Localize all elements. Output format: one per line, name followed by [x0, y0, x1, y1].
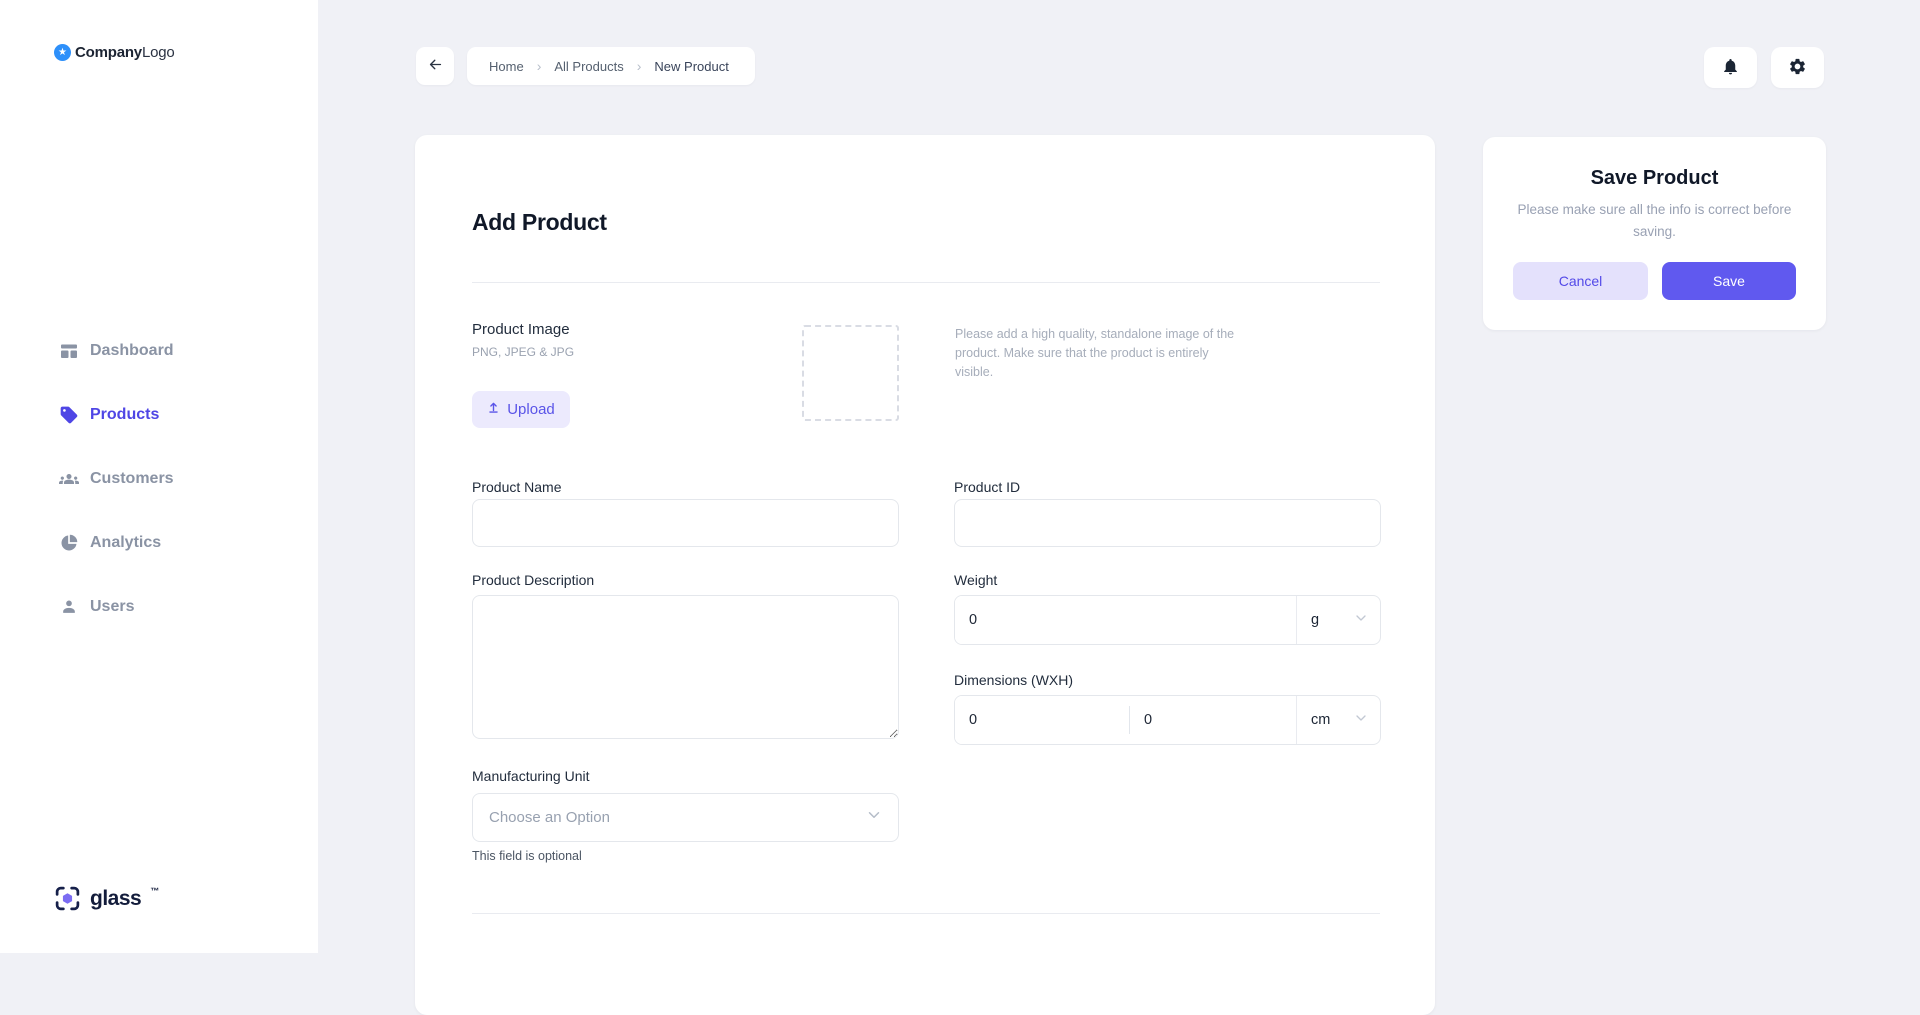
product-description-textarea[interactable]: [472, 595, 899, 739]
product-name-label: Product Name: [472, 479, 561, 495]
dimensions-label: Dimensions (WXH): [954, 672, 1073, 688]
dimension-height-input[interactable]: [1130, 696, 1296, 744]
sidebar-item-label: Analytics: [90, 534, 161, 552]
breadcrumb-new-product: New Product: [654, 59, 728, 74]
manufacturing-unit-label: Manufacturing Unit: [472, 768, 590, 784]
dimension-width-input[interactable]: [955, 696, 1129, 744]
breadcrumb-all-products[interactable]: All Products: [554, 59, 623, 74]
settings-button[interactable]: [1771, 47, 1824, 88]
sidebar: ★ CompanyLogo Dashboard Products Cust: [0, 0, 318, 953]
manufacturing-unit-select[interactable]: Choose an Option: [472, 793, 899, 842]
sidebar-item-dashboard[interactable]: Dashboard: [0, 331, 318, 371]
chevron-right-icon: ›: [537, 58, 542, 74]
divider: [472, 913, 1380, 914]
weight-label: Weight: [954, 572, 997, 588]
tag-icon: [58, 404, 80, 426]
sidebar-item-customers[interactable]: Customers: [0, 459, 318, 499]
dimensions-unit-value: cm: [1311, 712, 1330, 728]
glass-logo-tm: ™: [150, 886, 159, 896]
sidebar-item-label: Customers: [90, 470, 174, 488]
company-logo[interactable]: ★ CompanyLogo: [54, 44, 175, 61]
user-icon: [58, 596, 80, 618]
dimensions-field: cm: [954, 695, 1381, 745]
upload-icon: [487, 401, 500, 418]
sidebar-item-products[interactable]: Products: [0, 395, 318, 435]
page-title: Add Product: [472, 209, 607, 236]
chevron-right-icon: ›: [637, 58, 642, 74]
sidebar-nav: Dashboard Products Customers Analytics: [0, 331, 318, 651]
analytics-pie-icon: [58, 532, 80, 554]
product-image-label: Product Image: [472, 321, 570, 338]
upload-button[interactable]: Upload: [472, 391, 570, 428]
save-product-panel: Save Product Please make sure all the in…: [1483, 137, 1826, 330]
sidebar-item-analytics[interactable]: Analytics: [0, 523, 318, 563]
manufacturing-unit-helper: This field is optional: [472, 849, 582, 863]
weight-input[interactable]: [955, 596, 1296, 644]
save-button[interactable]: Save: [1662, 262, 1796, 300]
sidebar-item-label: Dashboard: [90, 342, 174, 360]
product-description-label: Product Description: [472, 572, 594, 588]
save-panel-actions: Cancel Save: [1513, 262, 1796, 300]
divider: [472, 282, 1380, 283]
back-button[interactable]: [416, 47, 454, 85]
weight-unit-select[interactable]: g: [1296, 596, 1380, 644]
glass-logo: glass ™: [54, 885, 159, 917]
weight-field: g: [954, 595, 1381, 645]
sidebar-item-label: Products: [90, 406, 159, 424]
arrow-left-icon: [427, 56, 444, 76]
bell-icon: [1721, 57, 1740, 79]
chevron-down-icon: [865, 806, 883, 829]
product-image-helper: Please add a high quality, standalone im…: [955, 325, 1247, 381]
sidebar-item-label: Users: [90, 598, 134, 616]
star-icon: ★: [54, 44, 71, 61]
weight-unit-value: g: [1311, 612, 1319, 628]
chevron-down-icon: [1353, 610, 1369, 631]
notifications-button[interactable]: [1704, 47, 1757, 88]
company-logo-text: CompanyLogo: [75, 44, 175, 61]
image-dropzone[interactable]: [802, 325, 899, 421]
page: ★ CompanyLogo Dashboard Products Cust: [0, 0, 1920, 953]
upload-button-label: Upload: [507, 401, 555, 418]
chevron-down-icon: [1353, 710, 1369, 731]
dashboard-icon: [58, 340, 80, 362]
product-name-input[interactable]: [472, 499, 899, 547]
breadcrumb-home[interactable]: Home: [489, 59, 524, 74]
product-id-input[interactable]: [954, 499, 1381, 547]
save-panel-title: Save Product: [1483, 167, 1826, 190]
save-panel-message: Please make sure all the info is correct…: [1512, 199, 1798, 242]
add-product-card: Add Product Product Image PNG, JPEG & JP…: [415, 135, 1435, 1015]
product-image-formats: PNG, JPEG & JPG: [472, 345, 574, 359]
manufacturing-unit-placeholder: Choose an Option: [489, 809, 610, 826]
glass-logo-text: glass: [90, 885, 141, 913]
breadcrumb: Home › All Products › New Product: [467, 47, 755, 85]
product-id-label: Product ID: [954, 479, 1020, 495]
customers-icon: [58, 468, 80, 490]
sidebar-item-users[interactable]: Users: [0, 587, 318, 627]
gear-icon: [1788, 57, 1807, 79]
glass-logo-icon: [54, 885, 81, 917]
cancel-button[interactable]: Cancel: [1513, 262, 1648, 300]
dimensions-unit-select[interactable]: cm: [1296, 696, 1380, 744]
